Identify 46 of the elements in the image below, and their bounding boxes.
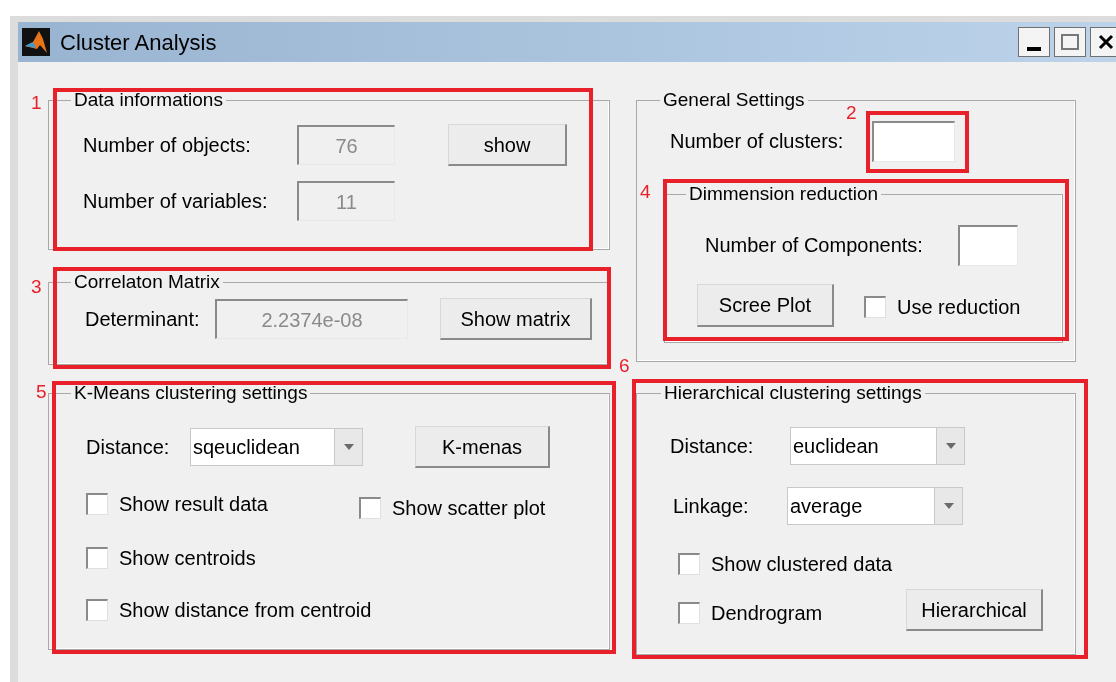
push-button[interactable]: show	[448, 124, 567, 166]
field-label: Distance:	[86, 435, 171, 460]
panel-title: Correlaton Matrix	[73, 271, 221, 293]
checkbox-label: Dendrogram	[711, 600, 823, 626]
checkbox-label: Show scatter plot	[392, 496, 546, 521]
close-icon	[1098, 34, 1114, 50]
push-button[interactable]: K-menas	[415, 426, 550, 468]
maximize-icon	[1061, 34, 1079, 50]
field-label: Number of clusters:	[670, 129, 845, 154]
dropdown[interactable]: average	[787, 487, 963, 525]
push-button[interactable]: Hierarchical	[906, 589, 1043, 631]
maximize-button[interactable]	[1054, 27, 1086, 57]
checkbox[interactable]	[86, 493, 108, 515]
checkbox[interactable]	[86, 547, 108, 569]
dropdown[interactable]: sqeuclidean	[190, 428, 363, 466]
checkbox[interactable]	[359, 497, 381, 519]
checkbox[interactable]	[678, 553, 700, 575]
checkbox-label: Show result data	[119, 492, 268, 517]
checkbox-label: Show centroids	[119, 546, 256, 571]
push-button[interactable]: Scree Plot	[697, 284, 834, 327]
checkbox-label: Use reduction	[897, 294, 1021, 320]
text-field[interactable]	[958, 224, 1018, 266]
field-label: Determinant:	[85, 307, 201, 332]
window-title: Cluster Analysis	[60, 28, 217, 57]
checkbox-label: Show clustered data	[711, 552, 893, 577]
field-label: Distance:	[670, 434, 755, 459]
field-label: Number of Components:	[705, 233, 924, 258]
panel-title: Dimmension reduction	[688, 183, 880, 205]
field-label: Linkage:	[673, 494, 750, 519]
field-label: Number of variables:	[83, 189, 269, 214]
panel-title: Data informations	[73, 89, 224, 111]
checkbox[interactable]	[86, 599, 108, 621]
panel-title: K-Means clustering settings	[73, 382, 309, 404]
checkbox[interactable]	[864, 295, 886, 318]
text-field[interactable]	[872, 120, 955, 162]
panel-title: General Settings	[662, 89, 806, 111]
panel-title: Hierarchical clustering settings	[663, 382, 923, 404]
field-label: Number of objects:	[83, 133, 252, 158]
minimize-button[interactable]	[1018, 27, 1050, 57]
checkbox-label: Show distance from centroid	[119, 598, 372, 623]
app-logo-icon	[22, 28, 50, 56]
dropdown[interactable]: euclidean	[790, 427, 965, 465]
minimize-icon	[1027, 47, 1041, 51]
push-button[interactable]: Show matrix	[440, 298, 592, 340]
close-button[interactable]	[1090, 27, 1116, 57]
checkbox[interactable]	[678, 601, 700, 624]
